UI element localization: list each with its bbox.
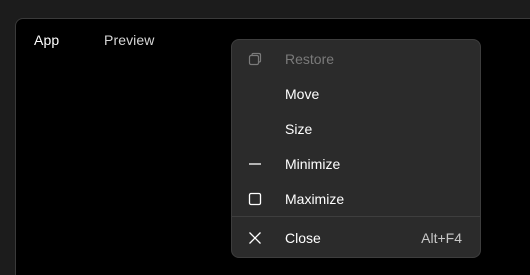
- menu-item-label: Move: [285, 86, 320, 102]
- desktop: App Preview Restore Move Size Minimize M…: [0, 0, 530, 275]
- menu-item-label: Minimize: [285, 156, 341, 172]
- menu-item-maximize[interactable]: Maximize: [236, 183, 476, 215]
- close-shortcut: Alt+F4: [421, 230, 462, 246]
- menu-item-size[interactable]: Size: [236, 113, 476, 145]
- menu-item-minimize[interactable]: Minimize: [236, 148, 476, 180]
- menu-item-move[interactable]: Move: [236, 78, 476, 110]
- system-menu: Restore Move Size Minimize Maximize Clos…: [231, 39, 481, 258]
- menu-item-label: Size: [285, 121, 313, 137]
- restore-icon: [248, 52, 262, 66]
- menu-item-label: Restore: [285, 51, 335, 67]
- maximize-icon: [248, 192, 262, 206]
- menu-item-close[interactable]: Close Alt+F4: [236, 222, 476, 254]
- menu-separator: [232, 216, 480, 217]
- menu-item-label: Maximize: [285, 191, 345, 207]
- menu-item-restore: Restore: [236, 43, 476, 75]
- title-preview: Preview: [104, 32, 155, 48]
- close-icon: [248, 231, 262, 245]
- menu-item-label: Close: [285, 230, 321, 246]
- minimize-icon: [248, 157, 262, 171]
- title-app: App: [34, 32, 60, 48]
